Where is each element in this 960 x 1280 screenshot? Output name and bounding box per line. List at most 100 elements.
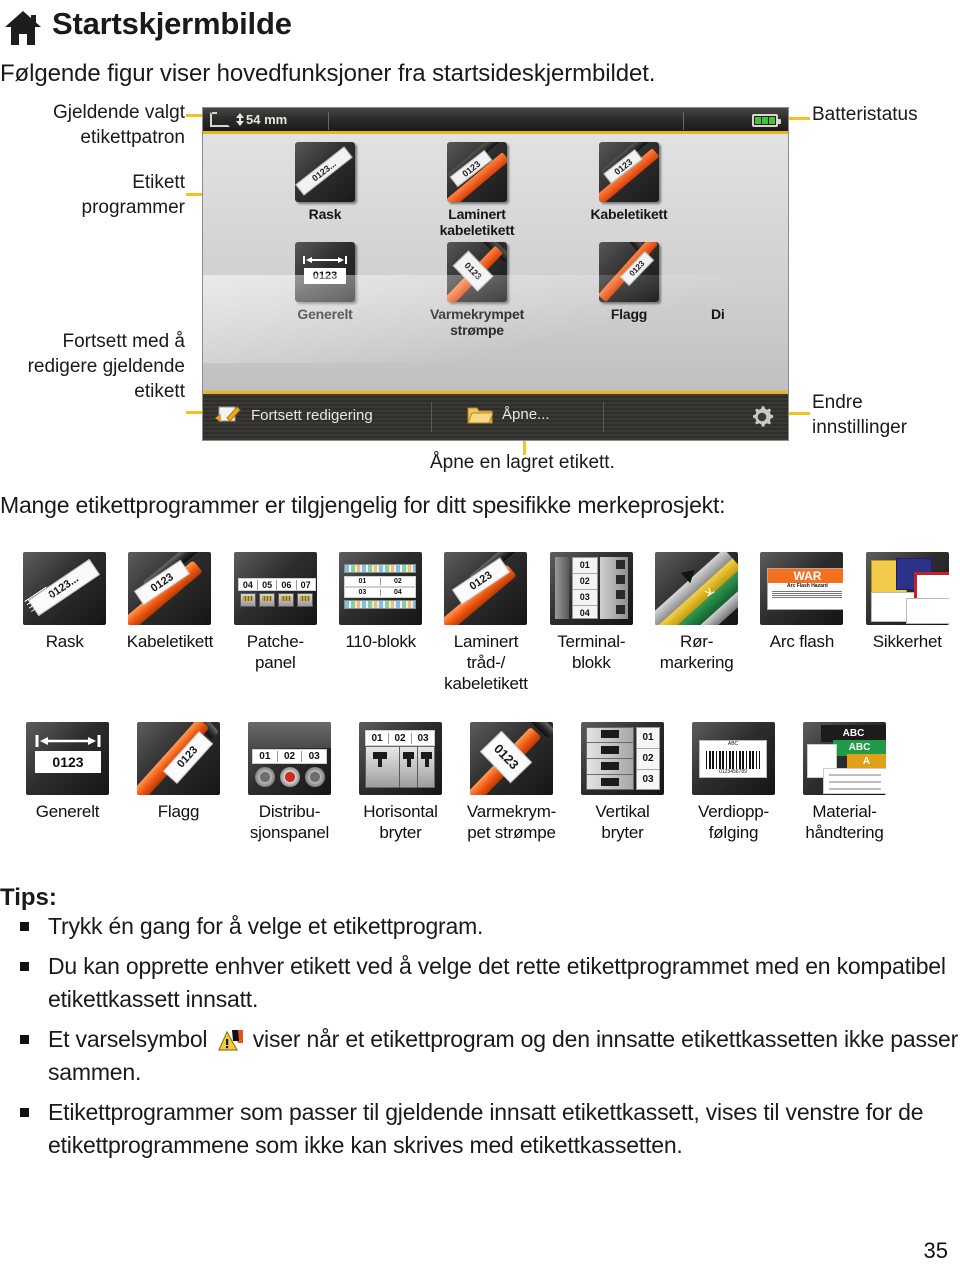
cable-label-icon: 0123 bbox=[599, 142, 659, 202]
matrix-item-terminalblokk[interactable]: 01 02 03 04 Terminal- blokk bbox=[539, 552, 644, 694]
device-screen: 54 mm 0123... Rask 0123 Laminert kabelet… bbox=[203, 108, 788, 440]
callout-cartridge-l1: Gjeldende valgt bbox=[52, 102, 185, 123]
height-arrow-icon bbox=[234, 113, 244, 126]
flag-icon: 0123 bbox=[599, 242, 659, 302]
num: 04 bbox=[393, 589, 402, 596]
pipe-marker-thumb: ≯ bbox=[655, 552, 739, 625]
matrix-item-110-blokk[interactable]: 01 02 03 04 110-blokk bbox=[328, 552, 433, 694]
device-app-kabeletikett[interactable]: 0123 Kabeletikett bbox=[559, 142, 699, 238]
device-app-label: Varmekrympet strømpe bbox=[430, 306, 524, 338]
matrix-item-flagg[interactable]: 0123 Flagg bbox=[123, 722, 234, 843]
matrix-label-l2: pet strømpe bbox=[467, 823, 556, 842]
tips-list: Trykk én gang for å velge et etikettprog… bbox=[0, 910, 960, 1169]
num: 03 bbox=[345, 589, 381, 596]
matrix-label-l1: Verdiopp- bbox=[698, 802, 769, 821]
vert-number-strip: 01 02 03 bbox=[636, 727, 660, 790]
matrix-item-rormarkering[interactable]: ≯ Rør- markering bbox=[644, 552, 749, 694]
horiz-number-strip: 01 02 03 bbox=[365, 730, 435, 746]
matrix-label-l2: tråd-/ bbox=[466, 653, 506, 672]
matrix-item-distribusjonspanel[interactable]: 01 02 03 Distribu- sjonspanel bbox=[234, 722, 345, 843]
matrix-item-label: Varmekrym- pet strømpe bbox=[464, 801, 560, 843]
callout-open-saved: Åpne en lagret etikett. bbox=[430, 450, 730, 475]
footer-continue-editing[interactable]: Fortsett redigering bbox=[215, 404, 373, 427]
bullet-icon bbox=[20, 922, 29, 931]
device-app-varmekrympet-stromp[interactable]: 0123 Varmekrympet strømpe bbox=[407, 242, 547, 338]
num: 02 bbox=[572, 574, 597, 590]
quick-label-thumb: 0123... bbox=[23, 552, 107, 625]
device-footer: Fortsett redigering Åpne... bbox=[203, 391, 788, 440]
patch-number-strip: 04 05 06 07 bbox=[237, 578, 316, 591]
matrix-item-horisontal-bryter[interactable]: 01 02 03 Horisontal bryter bbox=[345, 722, 456, 843]
num: 03 bbox=[642, 774, 654, 785]
callout-continue-editing: Fortsett med å redigere gjeldende etiket… bbox=[10, 329, 185, 404]
matrix-item-sikkerhet[interactable]: Sikkerhet bbox=[855, 552, 960, 694]
tip-text: Du kan opprette enhver etikett ved å vel… bbox=[48, 953, 946, 1012]
intro-text: Følgende figur viser hovedfunksjoner fra… bbox=[0, 60, 656, 87]
matrix-item-generelt[interactable]: 0123 Generelt bbox=[12, 722, 123, 843]
num: 02 bbox=[637, 749, 659, 770]
device-app-distribusjon-partial[interactable]: Di bbox=[711, 242, 788, 338]
device-app-flagg[interactable]: 0123 Flagg bbox=[559, 242, 699, 338]
matrix-row: 0123... Rask 0123 Kabeletikett 04 05 06 … bbox=[0, 552, 960, 694]
matrix-item-kabeletikett[interactable]: 0123 Kabeletikett bbox=[117, 552, 222, 694]
callout-settings-l2: innstillinger bbox=[812, 417, 908, 438]
page-number: 35 bbox=[923, 1238, 948, 1263]
matrix-label-l1: Patche- bbox=[246, 632, 304, 651]
matrix-item-patchepanel[interactable]: 04 05 06 07 Patche- panel bbox=[223, 552, 328, 694]
matrix-item-varmekrympet-strompe[interactable]: 0123 Varmekrym- pet strømpe bbox=[456, 722, 567, 843]
device-app-label-l2: strømpe bbox=[450, 322, 504, 338]
matrix-item-label: Patche- panel bbox=[227, 631, 323, 673]
callout-settings-l1: Endre bbox=[812, 392, 863, 413]
matrix-label-l2: bryter bbox=[601, 823, 644, 842]
tape-strip: 0123... bbox=[295, 146, 353, 196]
device-app-label: Di bbox=[711, 306, 751, 322]
laminated-wire-icon: 0123 bbox=[447, 142, 507, 202]
num: 01 bbox=[253, 751, 278, 762]
footer-open[interactable]: Åpne... bbox=[467, 404, 550, 424]
device-app-label: Rask bbox=[309, 206, 342, 222]
flag-thumb: 0123 bbox=[137, 722, 220, 795]
matrix-label-l2: markering bbox=[659, 653, 734, 672]
callout-label-apps: Etikett programmer bbox=[10, 170, 185, 220]
matrix-label-l1: Laminert bbox=[453, 632, 519, 651]
device-app-rask[interactable]: 0123... Rask bbox=[255, 142, 395, 238]
matrix-item-label: 110-blokk bbox=[333, 631, 429, 652]
matrix-label-l1: Material- bbox=[812, 802, 877, 821]
matrix-item-label: Flagg bbox=[131, 801, 227, 822]
tip-text-before: Et varselsymbol bbox=[48, 1026, 208, 1052]
matrix-label-l2: håndtering bbox=[805, 823, 884, 842]
matrix-label-l1: Kabeletikett bbox=[126, 632, 214, 651]
warning-triangle-icon bbox=[217, 1027, 243, 1051]
matrix-item-laminert-trad-kabeletikett[interactable]: 0123 Laminert tråd-/ kabeletikett bbox=[433, 552, 538, 694]
gear-icon[interactable] bbox=[748, 403, 776, 431]
matrix-label-l1: 110-blokk bbox=[345, 632, 416, 651]
statusbar-divider-2 bbox=[683, 112, 684, 130]
matrix-item-arc-flash[interactable]: WAR Arc Flash Hazard Arc flash bbox=[749, 552, 854, 694]
battery-full-icon bbox=[752, 114, 781, 127]
tip-item: Du kan opprette enhver etikett ved å vel… bbox=[0, 950, 960, 1016]
matrix-label-l2: bryter bbox=[379, 823, 422, 842]
bullet-icon bbox=[20, 1035, 29, 1044]
distribution-panel-thumb: 01 02 03 bbox=[248, 722, 331, 795]
matrix-item-label: Terminal- blokk bbox=[543, 631, 639, 673]
matrix-item-label: Material- håndtering bbox=[797, 801, 893, 843]
tape-cartridge-icon bbox=[210, 112, 230, 127]
device-app-laminert-kabeletikett[interactable]: 0123 Laminert kabeletikett bbox=[407, 142, 547, 238]
matrix-item-label: Verdiopp- følging bbox=[686, 801, 782, 843]
matrix-item-vertikal-bryter[interactable]: 01 02 03 Vertikal bryter bbox=[567, 722, 678, 843]
matrix-item-materialhandtering[interactable]: ABC ABC A Material- håndtering bbox=[789, 722, 900, 843]
matrix-item-verdioppfolging[interactable]: ABC 0123456789 Verdiopp- følging bbox=[678, 722, 789, 843]
matrix-item-label: Vertikal bryter bbox=[575, 801, 671, 843]
horizontal-breaker-thumb: 01 02 03 bbox=[359, 722, 442, 795]
footer-divider-2 bbox=[603, 402, 604, 432]
device-app-label-l1: Flagg bbox=[610, 306, 648, 322]
arc-flash-label: WAR Arc Flash Hazard bbox=[767, 568, 844, 610]
matrix-item-label: Laminert tråd-/ kabeletikett bbox=[438, 631, 534, 694]
heatshrink-icon: 0123 bbox=[447, 242, 507, 302]
callout-open-saved-text: Åpne en lagret etikett. bbox=[430, 452, 615, 473]
matrix-item-rask[interactable]: 0123... Rask bbox=[12, 552, 117, 694]
mid-sentence: Mange etikettprogrammer er tilgjengelig … bbox=[0, 492, 726, 518]
device-app-generelt[interactable]: 0123 Generelt bbox=[255, 242, 395, 338]
matrix-label-l1: Distribu- bbox=[258, 802, 321, 821]
tip-text: Trykk én gang for å velge et etikettprog… bbox=[48, 913, 484, 939]
